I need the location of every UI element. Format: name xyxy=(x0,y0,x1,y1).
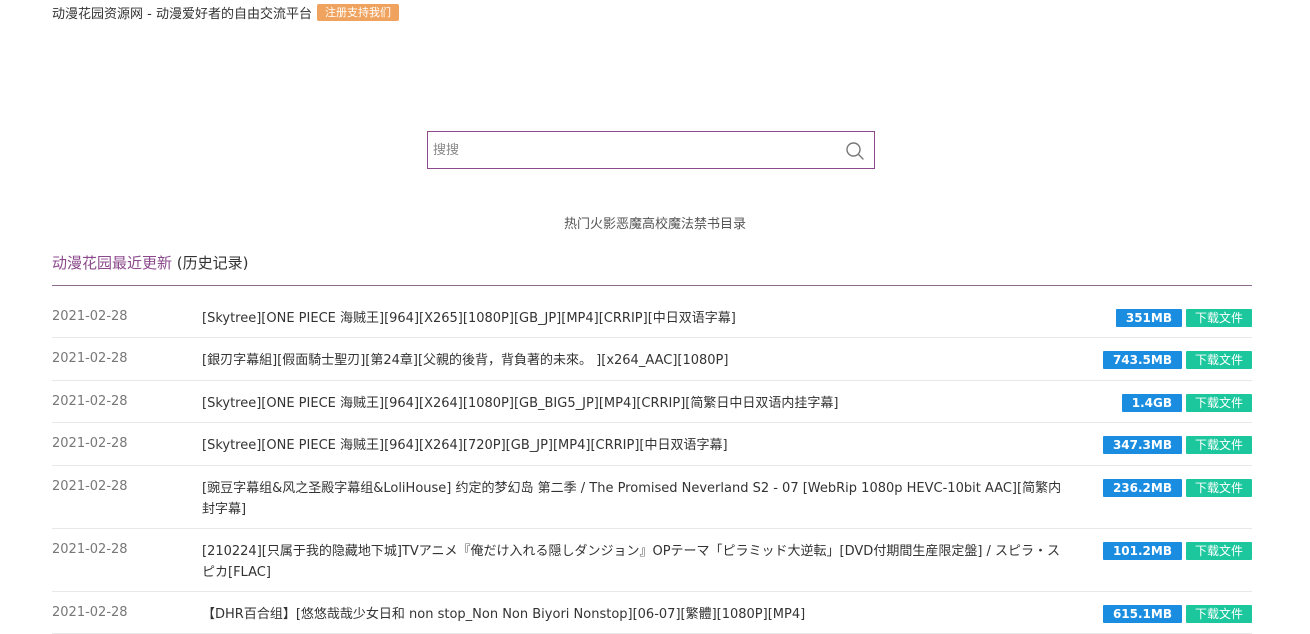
list-item: 2021-02-28 [Skytree][ONE PIECE 海贼王][964]… xyxy=(52,296,1252,338)
item-date: 2021-02-28 xyxy=(52,351,128,366)
list-item: 2021-02-28 【DHR百合组】[悠悠哉哉少女日和 non stop_No… xyxy=(52,592,1252,634)
download-button[interactable]: 下载文件 xyxy=(1185,542,1252,560)
history-link[interactable]: (历史记录) xyxy=(177,254,249,272)
download-button[interactable]: 下载文件 xyxy=(1185,479,1252,497)
site-title: 动漫花园资源网 - 动漫爱好者的自由交流平台 xyxy=(52,6,312,22)
item-actions: 101.2MB 下载文件 xyxy=(1102,542,1252,560)
item-date: 2021-02-28 xyxy=(52,394,128,409)
search-box xyxy=(427,131,875,169)
item-date: 2021-02-28 xyxy=(52,436,128,451)
divider xyxy=(52,285,1252,286)
list-item: 2021-02-28 [210224][只属于我的隐藏地下城]TVアニメ『俺だけ… xyxy=(52,529,1252,592)
search-input[interactable] xyxy=(433,132,833,168)
update-list: 2021-02-28 [Skytree][ONE PIECE 海贼王][964]… xyxy=(52,296,1252,634)
hot-link-index[interactable]: 魔法禁书目录 xyxy=(668,217,746,232)
item-title-link[interactable]: [Skytree][ONE PIECE 海贼王][964][X265][1080… xyxy=(202,308,1072,329)
list-item: 2021-02-28 [豌豆字幕组&风之圣殿字幕组&LoliHouse] 约定的… xyxy=(52,466,1252,529)
download-button[interactable]: 下载文件 xyxy=(1185,436,1252,454)
hot-link-naruto[interactable]: 火影 xyxy=(590,217,616,232)
size-badge: 1.4GB xyxy=(1121,394,1182,412)
section-title: 动漫花园最近更新 xyxy=(52,254,173,272)
size-badge: 236.2MB xyxy=(1102,479,1182,497)
item-title-link[interactable]: [豌豆字幕组&风之圣殿字幕组&LoliHouse] 约定的梦幻岛 第二季 / T… xyxy=(202,478,1072,520)
size-badge: 101.2MB xyxy=(1102,542,1182,560)
hot-link-dxd[interactable]: 恶魔高校 xyxy=(616,217,668,232)
item-actions: 347.3MB 下载文件 xyxy=(1102,436,1252,454)
item-actions: 1.4GB 下载文件 xyxy=(1121,394,1252,412)
item-actions: 236.2MB 下载文件 xyxy=(1102,479,1252,497)
item-title-link[interactable]: [Skytree][ONE PIECE 海贼王][964][X264][720P… xyxy=(202,435,1072,456)
register-button[interactable]: 注册支持我们 xyxy=(316,3,399,21)
search-icon[interactable] xyxy=(845,141,865,161)
item-actions: 743.5MB 下载文件 xyxy=(1102,351,1252,369)
item-date: 2021-02-28 xyxy=(52,479,128,494)
hot-link-label: 热门 xyxy=(563,217,590,232)
size-badge: 615.1MB xyxy=(1102,605,1182,623)
site-header: 动漫花园资源网 - 动漫爱好者的自由交流平台 注册支持我们 xyxy=(52,2,399,22)
item-title-link[interactable]: [210224][只属于我的隐藏地下城]TVアニメ『俺だけ入れる隠しダンジョン』… xyxy=(202,541,1072,583)
section-header: 动漫花园最近更新 (历史记录) xyxy=(52,252,249,273)
list-item: 2021-02-28 [Skytree][ONE PIECE 海贼王][964]… xyxy=(52,381,1252,423)
size-badge: 743.5MB xyxy=(1102,351,1182,369)
list-item: 2021-02-28 [Skytree][ONE PIECE 海贼王][964]… xyxy=(52,423,1252,466)
item-actions: 615.1MB 下载文件 xyxy=(1102,605,1252,623)
item-date: 2021-02-28 xyxy=(52,309,128,324)
item-title-link[interactable]: 【DHR百合组】[悠悠哉哉少女日和 non stop_Non Non Biyor… xyxy=(202,604,1072,625)
item-title-link[interactable]: [Skytree][ONE PIECE 海贼王][964][X264][1080… xyxy=(202,393,1072,414)
download-button[interactable]: 下载文件 xyxy=(1185,394,1252,412)
download-button[interactable]: 下载文件 xyxy=(1185,605,1252,623)
item-date: 2021-02-28 xyxy=(52,605,128,620)
hot-links: 热门火影恶魔高校魔法禁书目录 xyxy=(0,213,1310,232)
download-button[interactable]: 下载文件 xyxy=(1185,309,1252,327)
item-date: 2021-02-28 xyxy=(52,542,128,557)
size-badge: 351MB xyxy=(1115,309,1182,327)
item-actions: 351MB 下载文件 xyxy=(1115,309,1252,327)
item-title-link[interactable]: [銀刃字幕組][假面騎士聖刃][第24章][父親的後背，背負著的未來。 ][x2… xyxy=(202,350,1072,371)
download-button[interactable]: 下载文件 xyxy=(1185,351,1252,369)
size-badge: 347.3MB xyxy=(1102,436,1182,454)
list-item: 2021-02-28 [銀刃字幕組][假面騎士聖刃][第24章][父親的後背，背… xyxy=(52,338,1252,381)
